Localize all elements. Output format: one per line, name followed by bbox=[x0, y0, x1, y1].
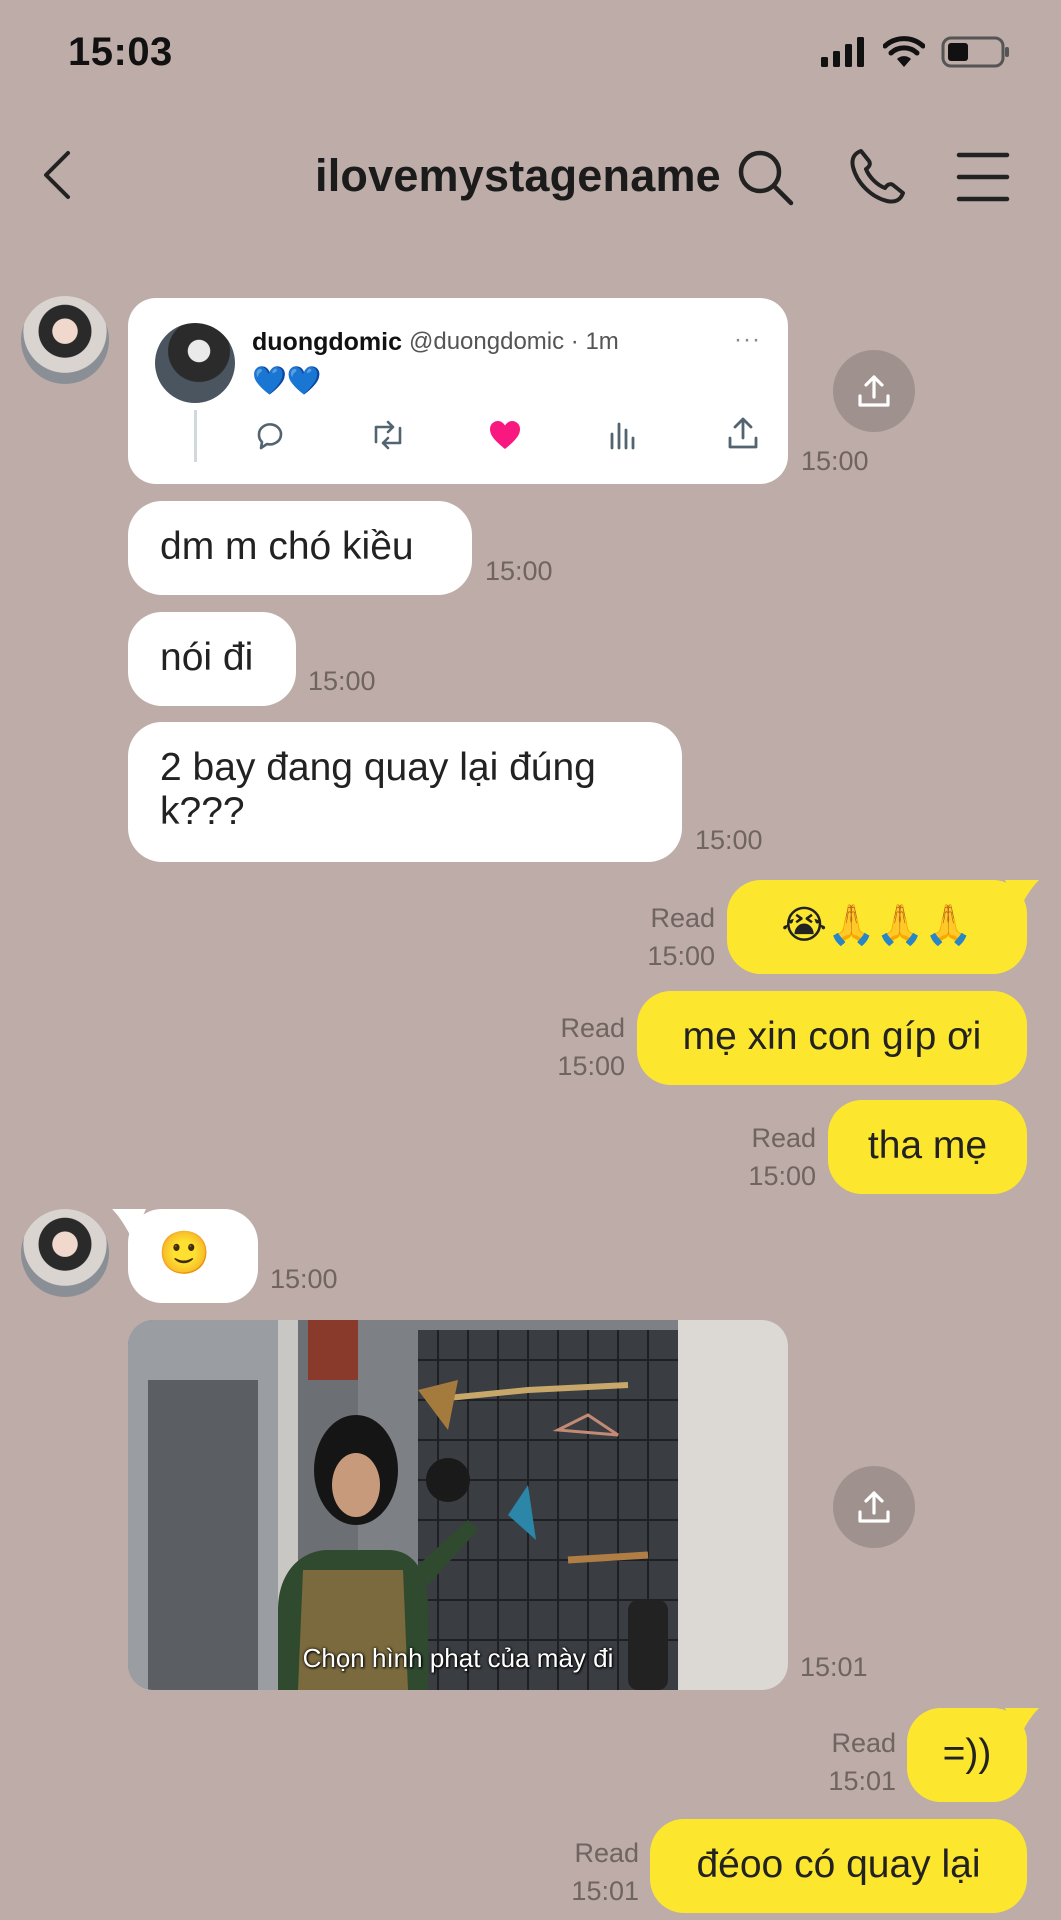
menu-button[interactable] bbox=[955, 145, 1019, 209]
tweet-text: 💙💙 bbox=[252, 365, 322, 396]
message-time: 15:01 bbox=[800, 1652, 868, 1682]
share-button[interactable] bbox=[833, 1466, 915, 1548]
message-time: 15:01 bbox=[828, 1766, 896, 1797]
incoming-message[interactable]: dm m chó kiều bbox=[128, 501, 472, 595]
read-receipt: Read bbox=[560, 1013, 625, 1043]
message-meta: Read 15:01 bbox=[811, 1724, 896, 1801]
message-time: 15:00 bbox=[695, 825, 763, 855]
incoming-message[interactable]: nói đi bbox=[128, 612, 296, 706]
message-time: 15:00 bbox=[270, 1264, 338, 1294]
incoming-message[interactable]: 🙂 bbox=[128, 1209, 258, 1303]
views-chart-icon[interactable] bbox=[606, 418, 640, 452]
message-time: 15:00 bbox=[801, 446, 869, 476]
chevron-left-icon bbox=[44, 151, 70, 199]
battery-icon bbox=[941, 36, 1009, 68]
message-meta: Read 15:00 bbox=[630, 899, 715, 976]
phone-icon bbox=[850, 149, 905, 204]
message-time: 15:00 bbox=[748, 1161, 816, 1192]
bubble-tail bbox=[1005, 1708, 1039, 1738]
upload-icon bbox=[858, 375, 890, 407]
tweet-author-name: duongdomic bbox=[252, 328, 402, 356]
reply-icon[interactable] bbox=[253, 418, 287, 452]
back-button[interactable] bbox=[36, 145, 86, 205]
sender-avatar[interactable] bbox=[21, 296, 109, 384]
image-caption: Chọn hình phạt của mày đi bbox=[302, 1643, 614, 1673]
outgoing-message[interactable]: tha mẹ bbox=[828, 1100, 1027, 1194]
retweet-icon[interactable] bbox=[369, 418, 407, 452]
tweet-card[interactable]: duongdomic @duongdomic · 1m ··· 💙💙 bbox=[128, 298, 788, 484]
wifi-icon bbox=[883, 36, 925, 67]
like-heart-icon[interactable] bbox=[488, 419, 522, 451]
tweet-avatar bbox=[155, 323, 235, 403]
message-time: 15:00 bbox=[647, 941, 715, 972]
more-icon[interactable]: ··· bbox=[734, 326, 761, 354]
outgoing-message[interactable]: đéoo có quay lại bbox=[650, 1819, 1027, 1913]
status-time: 15:03 bbox=[68, 30, 173, 74]
message-meta: Read 15:00 bbox=[731, 1119, 816, 1196]
menu-icon bbox=[956, 152, 1010, 202]
message-meta: Read 15:01 bbox=[554, 1834, 639, 1911]
incoming-message[interactable]: 2 bay đang quay lại đúng k??? bbox=[128, 722, 682, 862]
message-time: 15:00 bbox=[557, 1051, 625, 1082]
read-receipt: Read bbox=[831, 1728, 896, 1758]
search-button[interactable] bbox=[733, 145, 797, 209]
photo-scene bbox=[128, 1320, 788, 1690]
call-button[interactable] bbox=[845, 145, 909, 209]
outgoing-message[interactable]: mẹ xin con gíp ơi bbox=[637, 991, 1027, 1085]
share-button[interactable] bbox=[833, 350, 915, 432]
sender-avatar[interactable] bbox=[21, 1209, 109, 1297]
tweet-author-handle: @duongdomic · 1m bbox=[409, 328, 619, 355]
status-icons bbox=[821, 36, 1011, 68]
outgoing-message[interactable]: 😭🙏🙏🙏 bbox=[727, 880, 1027, 974]
search-icon bbox=[738, 150, 794, 206]
chat-title[interactable]: ilovemystagename bbox=[315, 150, 721, 202]
read-receipt: Read bbox=[574, 1838, 639, 1868]
bubble-tail bbox=[1005, 880, 1039, 910]
message-meta: Read 15:00 bbox=[540, 1009, 625, 1086]
message-time: 15:00 bbox=[308, 666, 376, 696]
thread-line bbox=[194, 410, 197, 462]
upload-icon bbox=[858, 1491, 890, 1523]
message-time: 15:01 bbox=[571, 1876, 639, 1907]
tweet-share-icon[interactable] bbox=[726, 416, 760, 452]
message-time: 15:00 bbox=[485, 556, 553, 586]
image-message[interactable]: Chọn hình phạt của mày đi bbox=[128, 1320, 788, 1690]
signal-icon bbox=[821, 37, 864, 67]
read-receipt: Read bbox=[751, 1123, 816, 1153]
read-receipt: Read bbox=[650, 903, 715, 933]
